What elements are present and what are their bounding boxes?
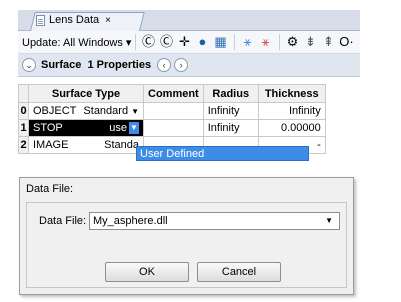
surface-type-cell[interactable]: OBJECT Standard ▼ [28, 102, 144, 120]
toolbar-separator [234, 34, 236, 50]
comment-cell[interactable] [143, 102, 204, 120]
lens-data-window: Lens Data × Update: All Windows ▾ Ⓒ Ⓒ ✛ ● ▦ ⚹… [18, 10, 360, 168]
surface-type-cell[interactable]: IMAGE Standa [28, 136, 144, 154]
toolbar: Update: All Windows ▾ Ⓒ Ⓒ ✛ ● ▦ ⚹ ⚹ ⚙ ⇟ ⇞ O· [18, 31, 360, 54]
surface-name: STOP [33, 121, 63, 134]
data-file-dialog: Data File: Data File: My_asphere.dll ▼ O… [19, 177, 354, 295]
circle-o-icon[interactable]: O· [338, 34, 354, 50]
refresh-c-icon[interactable]: Ⓒ [140, 34, 156, 50]
header-radius: Radius [202, 84, 259, 103]
surface-properties-bar: ⌄ Surface 1 Properties ‹ › [18, 54, 360, 77]
globe-icon[interactable]: ● [194, 34, 210, 50]
ok-button[interactable]: OK [105, 262, 189, 282]
dropdown-button-icon[interactable]: ▼ [129, 122, 139, 135]
dropdown-arrow-icon[interactable]: ▼ [131, 107, 139, 116]
surface-type-value: Standa [104, 139, 139, 151]
toolbar-separator [135, 34, 137, 50]
thickness-cell[interactable]: 0.00000 [257, 119, 326, 137]
lens-data-table: Surface Type Comment Radius Thickness 0 … [18, 84, 326, 154]
toolbar-separator [279, 34, 281, 50]
cancel-button[interactable]: Cancel [197, 262, 281, 282]
row-number: 1 [18, 119, 29, 137]
tab-bar: Lens Data × [18, 10, 360, 31]
surface-label: Surface 1 Properties [41, 59, 152, 71]
dropdown-option-user-defined[interactable]: User Defined [136, 146, 309, 161]
header-comment: Comment [143, 84, 204, 103]
surface-name: OBJECT [33, 105, 77, 117]
surface-type-cell[interactable]: STOP use ▼ [28, 119, 144, 137]
surface-type-value: Standard [83, 105, 129, 117]
layout-icon[interactable]: ▦ [212, 34, 228, 50]
table-row[interactable]: 0 OBJECT Standard ▼ Infinity Infinity [18, 102, 326, 120]
comment-cell[interactable] [143, 119, 204, 137]
lens-element-icon[interactable]: ⇟ [302, 34, 318, 50]
row-number: 2 [18, 136, 29, 154]
close-icon[interactable]: × [105, 15, 111, 26]
radius-cell[interactable]: Infinity [202, 102, 259, 120]
ray-fan-alt-icon[interactable]: ⚹ [257, 34, 273, 50]
toolbar-icons: Ⓒ Ⓒ ✛ ● ▦ ⚹ ⚹ ⚙ ⇟ ⇞ O· [140, 34, 356, 50]
ray-fan-icon[interactable]: ⚹ [239, 34, 255, 50]
surface-name: IMAGE [33, 139, 69, 151]
dialog-body: Data File: My_asphere.dll ▼ OK Cancel [26, 202, 347, 288]
surface-type-value: use [109, 121, 127, 134]
update-dropdown[interactable]: Update: All Windows ▾ [18, 36, 131, 49]
document-icon [36, 14, 45, 26]
crosshair-icon[interactable]: ✛ [176, 34, 192, 50]
next-surface-icon[interactable]: › [174, 58, 189, 72]
pin-icon[interactable]: ⚙ [284, 34, 300, 50]
dialog-title: Data File: [26, 183, 74, 195]
table-row[interactable]: 1 STOP use ▼ Infinity 0.00000 [18, 119, 326, 137]
header-surface-type: Surface Type [28, 84, 144, 103]
radius-cell[interactable]: Infinity [202, 119, 259, 137]
selected-file: My_asphere.dll [93, 215, 168, 227]
lens-element-alt-icon[interactable]: ⇞ [320, 34, 336, 50]
tab-title[interactable]: Lens Data [49, 14, 99, 26]
data-file-select[interactable]: My_asphere.dll ▼ [89, 212, 340, 230]
table-header-row: Surface Type Comment Radius Thickness [18, 84, 326, 103]
corner-cell [18, 84, 29, 103]
collapse-icon[interactable]: ⌄ [22, 58, 36, 72]
thickness-cell[interactable]: Infinity [257, 102, 326, 120]
refresh-c-alt-icon[interactable]: Ⓒ [158, 34, 174, 50]
chevron-down-icon: ▼ [325, 216, 333, 225]
prev-surface-icon[interactable]: ‹ [157, 58, 172, 72]
header-thickness: Thickness [257, 84, 326, 103]
data-file-label: Data File: [39, 215, 87, 227]
row-number: 0 [18, 102, 29, 120]
